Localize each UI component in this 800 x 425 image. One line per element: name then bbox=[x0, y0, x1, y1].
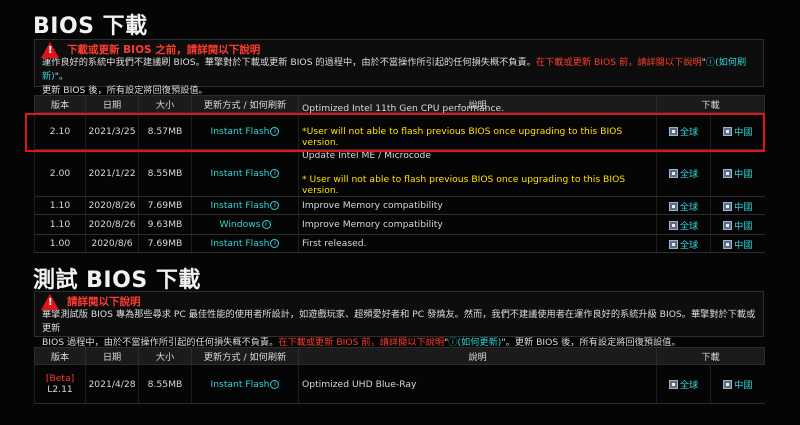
table-header-row: 版本 日期 大小 更新方式 / 如何刷新 說明 下載 bbox=[34, 347, 765, 365]
download-box-icon bbox=[723, 239, 733, 249]
bios-download-title: BIOS 下載 bbox=[33, 14, 148, 39]
download-global-link[interactable]: 全球 bbox=[668, 220, 698, 232]
table-row: 1.10 2020/8/26 9.63MB Windows i Improve M… bbox=[34, 214, 765, 235]
info-circle-icon: i bbox=[261, 220, 271, 229]
warning-triangle-icon: ! bbox=[41, 42, 59, 58]
cell-description: Optimized UHD Blue-Ray bbox=[298, 364, 657, 404]
download-box-icon bbox=[723, 169, 733, 178]
header-date: 日期 bbox=[85, 95, 139, 113]
warning-title: 請詳閱以下說明 bbox=[67, 295, 141, 308]
cell-size: 7.69MB bbox=[138, 196, 192, 215]
download-box-icon bbox=[668, 169, 678, 178]
download-global-link[interactable]: 全球 bbox=[668, 127, 698, 138]
cell-description: First released. bbox=[298, 234, 657, 253]
info-circle-icon: i bbox=[270, 201, 280, 210]
beta-badge: [Beta] bbox=[45, 373, 75, 384]
header-description: 說明 bbox=[298, 347, 657, 365]
table-row: 1.00 2020/8/6 7.69MB Instant Flash i Firs… bbox=[34, 234, 765, 253]
download-china-link[interactable]: 中國 bbox=[723, 380, 752, 391]
header-download: 下載 bbox=[656, 95, 765, 113]
download-box-icon bbox=[723, 127, 733, 136]
instant-flash-link[interactable]: Instant Flash i bbox=[211, 200, 280, 211]
instant-flash-link[interactable]: Instant Flash i bbox=[211, 379, 280, 390]
warning-text: 運作良好的系統中我們不建議刷 BIOS。華擎對於下載或更新 BIOS 的過程中，… bbox=[42, 57, 747, 96]
cell-size: 8.55MB bbox=[138, 364, 192, 404]
info-circle-icon: i bbox=[270, 168, 280, 178]
beta-warning-box: ! 請詳閱以下說明 華擎測試版 BIOS 專為那些尋求 PC 最佳性能的使用者所… bbox=[34, 291, 764, 348]
cell-version: 1.00 bbox=[34, 234, 86, 253]
header-size: 大小 bbox=[138, 95, 192, 113]
download-global-link[interactable]: 全球 bbox=[668, 380, 698, 391]
cell-size: 9.63MB bbox=[138, 214, 192, 235]
warning-title: 下載或更新 BIOS 之前，請詳閱以下說明 bbox=[67, 43, 261, 56]
download-global-link[interactable]: 全球 bbox=[668, 201, 698, 213]
info-circle-icon: i bbox=[270, 239, 280, 248]
download-china-link[interactable]: 中國 bbox=[723, 169, 752, 180]
cell-date: 2021/4/28 bbox=[85, 364, 139, 404]
cell-version: 1.10 bbox=[34, 214, 86, 235]
download-box-icon bbox=[723, 201, 733, 211]
info-circle-icon: i bbox=[270, 379, 280, 389]
download-box-icon bbox=[668, 220, 678, 230]
table-row: 1.10 2020/8/26 7.69MB Instant Flash i Imp… bbox=[34, 196, 765, 215]
instant-flash-link[interactable]: Instant Flash i bbox=[211, 168, 280, 179]
cell-size: 8.55MB bbox=[138, 149, 192, 197]
header-download: 下載 bbox=[656, 347, 765, 365]
instant-flash-link[interactable]: Instant Flash i bbox=[211, 238, 280, 249]
table-row: [Beta] L2.11 2021/4/28 8.55MB Instant Fla… bbox=[34, 364, 765, 404]
table-row: 2.00 2021/1/22 8.55MB Instant Flash i Upd… bbox=[34, 149, 765, 197]
header-version: 版本 bbox=[34, 347, 86, 365]
windows-flash-link[interactable]: Windows i bbox=[219, 219, 271, 230]
info-circle-icon: i bbox=[270, 126, 280, 136]
cell-size: 8.57MB bbox=[138, 112, 192, 150]
header-version: 版本 bbox=[34, 95, 86, 113]
cell-description: Optimized Intel 11th Gen CPU performance… bbox=[298, 103, 657, 150]
cell-date: 2021/1/22 bbox=[85, 149, 139, 197]
cell-date: 2020/8/26 bbox=[85, 196, 139, 215]
cell-description: Improve Memory compatibility bbox=[298, 196, 657, 215]
cell-description: Update Intel ME / Microcode * User will n… bbox=[298, 149, 657, 197]
download-box-icon bbox=[723, 220, 733, 230]
header-size: 大小 bbox=[138, 347, 192, 365]
cell-description: Improve Memory compatibility bbox=[298, 214, 657, 235]
cell-date: 2020/8/6 bbox=[85, 234, 139, 253]
warning-text: 華擎測試版 BIOS 專為那些尋求 PC 最佳性能的使用者所設計，如遊戲玩家、超… bbox=[42, 309, 756, 348]
header-method: 更新方式 / 如何刷新 bbox=[191, 347, 299, 365]
download-box-icon bbox=[668, 380, 678, 389]
download-global-link[interactable]: 全球 bbox=[668, 169, 698, 180]
cell-version: [Beta] L2.11 bbox=[34, 364, 86, 404]
cell-version: 2.00 bbox=[34, 149, 86, 197]
header-method: 更新方式 / 如何刷新 bbox=[191, 95, 299, 113]
download-china-link[interactable]: 中國 bbox=[723, 239, 752, 251]
cell-date: 2021/3/25 bbox=[85, 112, 139, 150]
bios-warning-box: ! 下載或更新 BIOS 之前，請詳閱以下說明 運作良好的系統中我們不建議刷 B… bbox=[34, 39, 764, 96]
bios-table: 版本 日期 大小 更新方式 / 如何刷新 說明 下載 2.10 2021/3/2… bbox=[34, 95, 765, 253]
beta-bios-table: 版本 日期 大小 更新方式 / 如何刷新 說明 下載 [Beta] L2.11 2… bbox=[34, 347, 765, 404]
download-china-link[interactable]: 中國 bbox=[723, 201, 752, 213]
download-box-icon bbox=[668, 127, 678, 136]
info-circle-icon: ⓘ bbox=[705, 57, 716, 68]
download-box-icon bbox=[723, 380, 733, 389]
header-date: 日期 bbox=[85, 347, 139, 365]
cell-version: 1.10 bbox=[34, 196, 86, 215]
warning-triangle-icon: ! bbox=[41, 294, 59, 310]
cell-version: 2.10 bbox=[34, 112, 86, 150]
download-china-link[interactable]: 中國 bbox=[723, 220, 752, 232]
cell-size: 7.69MB bbox=[138, 234, 192, 253]
beta-bios-download-title: 測試 BIOS 下載 bbox=[33, 268, 201, 293]
download-global-link[interactable]: 全球 bbox=[668, 239, 698, 251]
download-china-link[interactable]: 中國 bbox=[723, 127, 752, 138]
table-row: 2.10 2021/3/25 8.57MB Instant Flash i Opt… bbox=[34, 103, 765, 150]
instant-flash-link[interactable]: Instant Flash i bbox=[211, 126, 280, 137]
download-box-icon bbox=[668, 239, 678, 249]
download-box-icon bbox=[668, 201, 678, 211]
cell-date: 2020/8/26 bbox=[85, 214, 139, 235]
